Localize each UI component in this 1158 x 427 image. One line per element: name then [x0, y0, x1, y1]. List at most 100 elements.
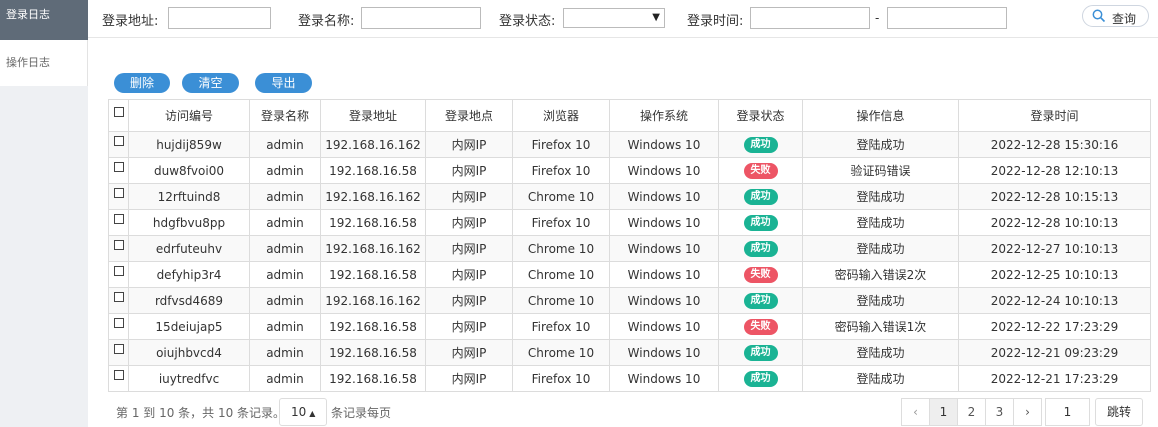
- login-address-cell: 192.168.16.58: [320, 339, 426, 366]
- os-cell: Windows 10: [609, 209, 719, 236]
- login-name-cell: admin: [249, 183, 321, 210]
- column-header[interactable]: 登录名称: [249, 99, 321, 132]
- status-badge: 成功: [743, 215, 778, 231]
- visit-id-cell: oiujhbvcd4: [128, 339, 250, 366]
- select-all-cell[interactable]: [108, 99, 129, 132]
- login-time-cell: 2022-12-25 10:10:13: [958, 261, 1151, 288]
- row-checkbox[interactable]: [113, 161, 124, 172]
- status-cell: 成功: [718, 235, 803, 262]
- row-checkbox[interactable]: [113, 291, 124, 302]
- message-cell: 登陆成功: [802, 209, 959, 236]
- time-separator: -: [875, 11, 880, 25]
- row-select-cell[interactable]: [108, 313, 129, 340]
- row-select-cell[interactable]: [108, 287, 129, 314]
- row-checkbox[interactable]: [113, 213, 124, 224]
- pagination-info: 第 1 到 10 条，共 10 条记录。: [116, 406, 286, 420]
- login-location-cell: 内网IP: [425, 339, 513, 366]
- select-all-checkbox[interactable]: [113, 106, 124, 117]
- table-row[interactable]: hdgfbvu8pp admin 192.168.16.58 内网IP Firefox …: [108, 209, 1151, 236]
- row-checkbox[interactable]: [113, 187, 124, 198]
- table-row[interactable]: hujdij859w admin 192.168.16.162 内网IP Firefox…: [108, 131, 1151, 158]
- login-name-cell: admin: [249, 235, 321, 262]
- row-checkbox[interactable]: [113, 239, 124, 250]
- row-checkbox[interactable]: [113, 343, 124, 354]
- status-label: 登录状态:: [499, 14, 556, 29]
- row-select-cell[interactable]: [108, 235, 129, 262]
- visit-id-cell: 12rftuind8: [128, 183, 250, 210]
- column-header[interactable]: 操作系统: [609, 99, 719, 132]
- page-button[interactable]: 2: [957, 398, 986, 426]
- row-select-cell[interactable]: [108, 261, 129, 288]
- row-checkbox[interactable]: [113, 369, 124, 380]
- address-input[interactable]: [168, 7, 271, 29]
- clear-button[interactable]: 清空: [182, 73, 239, 93]
- row-checkbox[interactable]: [113, 135, 124, 146]
- query-button[interactable]: 查询: [1082, 5, 1149, 27]
- table-row[interactable]: defyhip3r4 admin 192.168.16.58 内网IP Chrome 1…: [108, 261, 1151, 288]
- jump-page-input[interactable]: 1: [1045, 398, 1090, 426]
- column-header[interactable]: 登录状态: [718, 99, 803, 132]
- table-row[interactable]: oiujhbvcd4 admin 192.168.16.58 内网IP Chrome 1…: [108, 339, 1151, 366]
- column-header[interactable]: 浏览器: [512, 99, 610, 132]
- column-header[interactable]: 访问编号: [128, 99, 250, 132]
- next-page-button[interactable]: ›: [1013, 398, 1042, 426]
- login-time-cell: 2022-12-22 17:23:29: [958, 313, 1151, 340]
- row-checkbox[interactable]: [113, 265, 124, 276]
- column-header[interactable]: 登录时间: [958, 99, 1151, 132]
- delete-button[interactable]: 删除: [114, 73, 170, 93]
- status-cell: 成功: [718, 365, 803, 392]
- visit-id-cell: hujdij859w: [128, 131, 250, 158]
- row-checkbox[interactable]: [113, 317, 124, 328]
- page-button[interactable]: 3: [985, 398, 1014, 426]
- time-label: 登录时间:: [687, 14, 744, 29]
- row-select-cell[interactable]: [108, 131, 129, 158]
- table-row[interactable]: 12rftuind8 admin 192.168.16.162 内网IP Chrome …: [108, 183, 1151, 210]
- table-row[interactable]: duw8fvoi00 admin 192.168.16.58 内网IP Firefox …: [108, 157, 1151, 184]
- name-input[interactable]: [361, 7, 481, 29]
- row-select-cell[interactable]: [108, 339, 129, 366]
- status-select[interactable]: ▼: [563, 8, 665, 28]
- column-header[interactable]: 登录地址: [320, 99, 426, 132]
- login-name-cell: admin: [249, 313, 321, 340]
- sidebar-item-login-log[interactable]: 登录日志: [0, 0, 88, 40]
- browser-cell: Chrome 10: [512, 235, 610, 262]
- status-cell: 成功: [718, 183, 803, 210]
- search-icon: [1092, 9, 1106, 26]
- table-row[interactable]: edrfuteuhv admin 192.168.16.162 内网IP Chrome …: [108, 235, 1151, 262]
- message-cell: 登陆成功: [802, 287, 959, 314]
- login-time-cell: 2022-12-28 12:10:13: [958, 157, 1151, 184]
- login-address-cell: 192.168.16.162: [320, 287, 426, 314]
- prev-page-button[interactable]: ‹: [901, 398, 930, 426]
- column-header[interactable]: 操作信息: [802, 99, 959, 132]
- table-row[interactable]: 15deiujap5 admin 192.168.16.58 内网IP Firefox …: [108, 313, 1151, 340]
- page-button[interactable]: 1: [929, 398, 958, 426]
- page-size-select[interactable]: 10 ▲: [279, 398, 327, 426]
- end-time-input[interactable]: [887, 7, 1007, 29]
- message-cell: 登陆成功: [802, 235, 959, 262]
- status-badge: 成功: [743, 241, 778, 257]
- login-name-cell: admin: [249, 261, 321, 288]
- table-row[interactable]: rdfvsd4689 admin 192.168.16.162 内网IP Chrome …: [108, 287, 1151, 314]
- status-cell: 成功: [718, 339, 803, 366]
- caret-up-icon: ▲: [309, 409, 316, 418]
- login-log-table: 访问编号 登录名称 登录地址 登录地点 浏览器 操作系统 登录状态 操作信息 登…: [108, 99, 1151, 392]
- name-label: 登录名称:: [298, 14, 355, 29]
- visit-id-cell: 15deiujap5: [128, 313, 250, 340]
- page-size-value: 10: [291, 405, 307, 419]
- chevron-down-icon: ▼: [652, 12, 660, 23]
- column-header[interactable]: 登录地点: [425, 99, 513, 132]
- login-address-cell: 192.168.16.58: [320, 157, 426, 184]
- row-select-cell[interactable]: [108, 157, 129, 184]
- table-row[interactable]: iuytredfvc admin 192.168.16.58 内网IP Firefox …: [108, 365, 1151, 392]
- start-time-input[interactable]: [750, 7, 870, 29]
- sidebar-item-operation-log[interactable]: 操作日志: [0, 40, 88, 86]
- jump-button[interactable]: 跳转: [1095, 398, 1143, 426]
- row-select-cell[interactable]: [108, 183, 129, 210]
- row-select-cell[interactable]: [108, 365, 129, 392]
- login-address-cell: 192.168.16.162: [320, 183, 426, 210]
- export-button[interactable]: 导出: [255, 73, 312, 93]
- status-badge: 失败: [743, 267, 778, 283]
- browser-cell: Firefox 10: [512, 313, 610, 340]
- row-select-cell[interactable]: [108, 209, 129, 236]
- message-cell: 登陆成功: [802, 183, 959, 210]
